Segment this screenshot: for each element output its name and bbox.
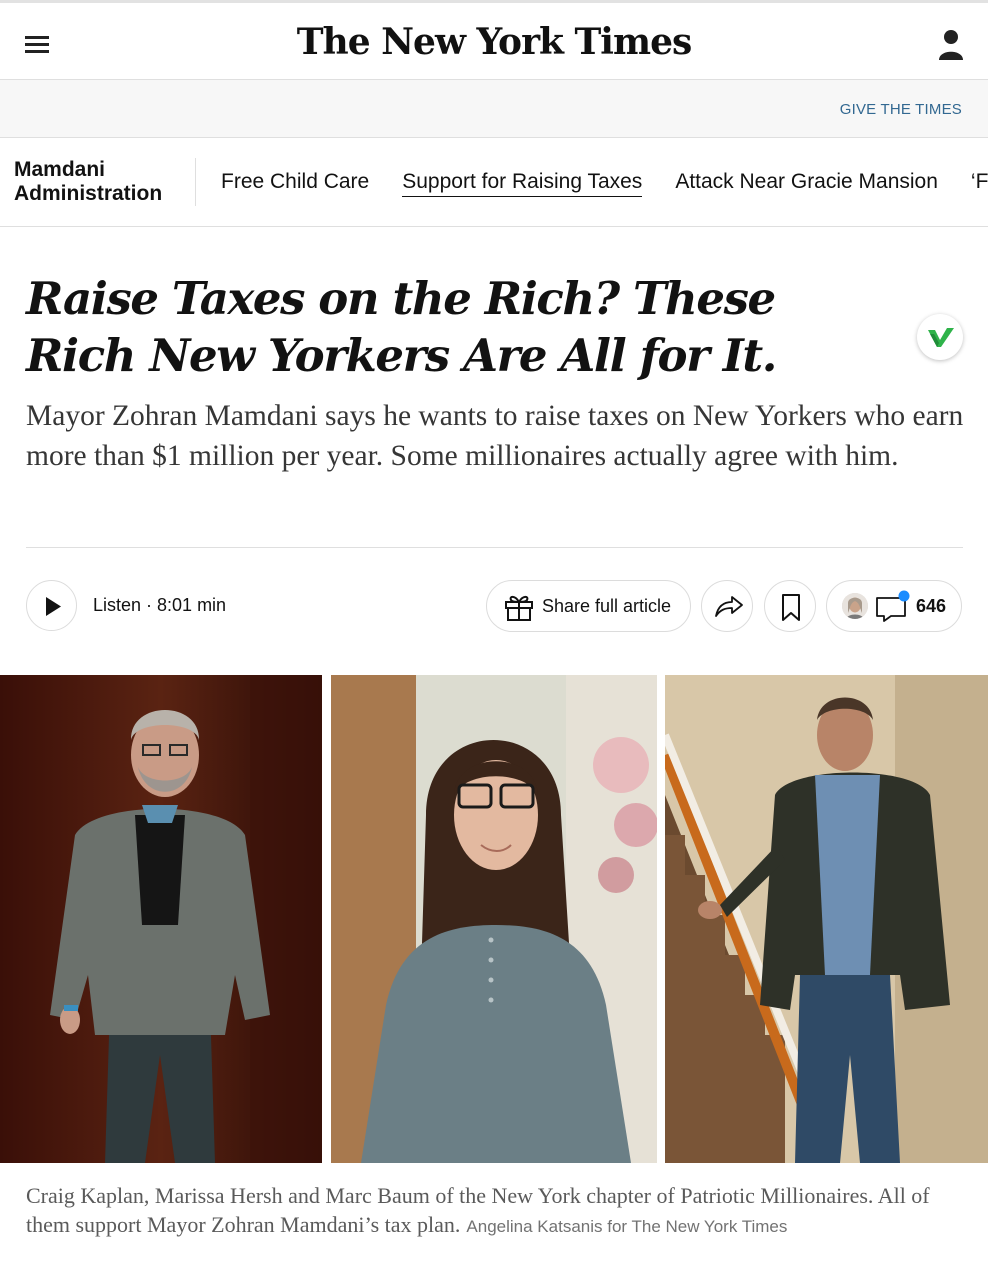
play-icon xyxy=(46,597,61,616)
comments-button[interactable]: 646 xyxy=(826,580,962,632)
divider xyxy=(26,547,963,548)
subnav-item-support-for-raising-taxes[interactable]: Support for Raising Taxes xyxy=(402,170,643,197)
gift-icon xyxy=(505,595,533,621)
comment-count: 646 xyxy=(916,596,947,616)
v-badge-icon[interactable] xyxy=(917,314,963,360)
comment-icon xyxy=(876,590,910,622)
photo-marissa-hersh[interactable] xyxy=(331,675,657,1163)
photo-craig-kaplan[interactable] xyxy=(0,675,322,1163)
photo-marc-baum[interactable] xyxy=(665,675,988,1163)
share-full-article-button[interactable]: Share full article xyxy=(486,580,691,632)
article-headline: Raise Taxes on the Rich? These Rich New … xyxy=(26,272,777,382)
bookmark-icon xyxy=(782,594,800,621)
nyt-logo[interactable]: The New York Times xyxy=(0,21,988,63)
photo-credit: Angelina Katsanis for The New York Times xyxy=(466,1217,788,1236)
share-arrow-icon xyxy=(715,596,743,617)
photo-caption: Craig Kaplan, Marissa Hersh and Marc Bau… xyxy=(26,1181,966,1241)
promo-bar: GIVE THE TIMES xyxy=(0,80,988,138)
subnav-items: Free Child Care Support for Raising Taxes… xyxy=(221,170,988,197)
subnav-item-free-child-care[interactable]: Free Child Care xyxy=(221,170,369,196)
subnav-title[interactable]: Mamdani Administration xyxy=(14,158,162,206)
subnav-item-attack-near-gracie-mansion[interactable]: Attack Near Gracie Mansion xyxy=(675,170,938,196)
topic-subnav: Mamdani Administration Free Child Care Su… xyxy=(0,138,988,227)
avatar xyxy=(842,593,868,619)
share-button[interactable] xyxy=(701,580,753,632)
give-the-times-link[interactable]: GIVE THE TIMES xyxy=(840,101,962,118)
account-icon[interactable] xyxy=(938,29,964,61)
subnav-divider xyxy=(195,158,196,206)
save-button[interactable] xyxy=(764,580,816,632)
lead-photo-group xyxy=(0,675,988,1163)
masthead: The New York Times xyxy=(0,0,988,80)
share-label: Share full article xyxy=(542,596,672,616)
listen-label[interactable]: Listen · 8:01 min xyxy=(93,595,226,616)
subnav-item-truncated[interactable]: ‘F xyxy=(971,170,988,196)
article-summary: Mayor Zohran Mamdani says he wants to ra… xyxy=(26,400,964,472)
play-button[interactable] xyxy=(26,580,77,631)
